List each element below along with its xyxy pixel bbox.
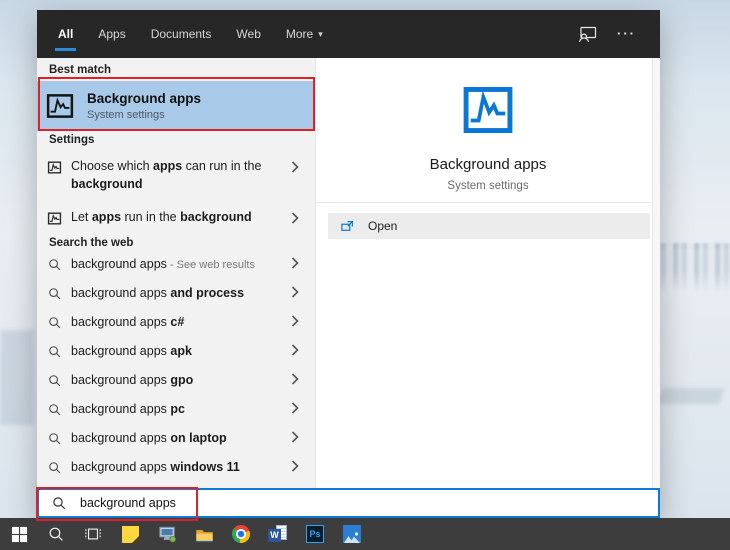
search-icon <box>46 344 63 361</box>
web-suggestion[interactable]: background apps and process <box>37 280 315 309</box>
user-account-icon[interactable] <box>578 26 597 43</box>
desktop-skyline-image <box>652 243 730 293</box>
chevron-right-icon[interactable] <box>291 343 301 361</box>
app-chart-icon <box>46 159 63 176</box>
chevron-right-icon[interactable] <box>291 285 301 303</box>
search-input[interactable] <box>78 495 658 511</box>
divider <box>316 202 653 203</box>
more-options-icon[interactable]: ··· <box>617 29 636 39</box>
result-text: background apps gpo <box>71 372 291 390</box>
web-suggestion[interactable]: background apps pc <box>37 396 315 425</box>
desktop-building-image <box>0 330 34 425</box>
preview-subtitle: System settings <box>316 180 660 192</box>
result-text: background apps apk <box>71 343 291 361</box>
open-action[interactable]: Open <box>328 213 650 239</box>
dropdown-caret-icon: ▾ <box>318 29 323 40</box>
file-explorer-icon[interactable] <box>193 523 215 545</box>
search-icon <box>46 315 63 332</box>
preview-title: Background apps <box>316 156 660 173</box>
app-chart-icon <box>46 210 63 227</box>
chevron-right-icon[interactable] <box>291 160 301 178</box>
search-icon <box>46 460 63 477</box>
tab-documents[interactable]: Documents <box>148 10 215 58</box>
result-text: Let apps run in the background <box>71 209 291 227</box>
photoshop-icon[interactable]: Ps <box>304 523 326 545</box>
start-button[interactable] <box>8 523 30 545</box>
web-suggestion[interactable]: background apps on laptop <box>37 425 315 454</box>
result-text: background apps pc <box>71 401 291 419</box>
search-icon <box>46 431 63 448</box>
web-suggestion[interactable]: background apps apk <box>37 338 315 367</box>
search-icon <box>46 286 63 303</box>
search-web-header: Search the web <box>49 237 315 251</box>
chrome-icon[interactable] <box>230 523 252 545</box>
result-text: background apps windows 11 <box>71 459 291 477</box>
tab-all[interactable]: All <box>55 10 76 58</box>
settings-result[interactable]: Let apps run in the background <box>37 204 315 234</box>
web-suggestion[interactable]: background apps c# <box>37 309 315 338</box>
tab-more[interactable]: More▾ <box>283 10 326 58</box>
background-apps-large-icon <box>460 82 516 143</box>
settings-results: Choose which apps can run in the backgro… <box>37 153 315 234</box>
chevron-right-icon[interactable] <box>291 211 301 229</box>
task-view-icon[interactable] <box>82 523 104 545</box>
open-label: Open <box>368 219 397 233</box>
chevron-right-icon[interactable] <box>291 430 301 448</box>
scrollbar[interactable] <box>652 58 660 488</box>
result-text: Choose which apps can run in the backgro… <box>71 158 291 194</box>
web-suggestion[interactable]: background apps - See web results <box>37 251 315 280</box>
search-icon <box>46 257 63 274</box>
search-flyout-window: All Apps Documents Web More▾ ··· Best match <box>37 10 660 518</box>
result-text: background apps - See web results <box>71 256 291 274</box>
chevron-right-icon[interactable] <box>291 314 301 332</box>
search-icon <box>52 496 67 511</box>
search-icon <box>46 373 63 390</box>
web-suggestions: background apps - See web results backgro… <box>37 251 315 483</box>
best-match-subtitle: System settings <box>87 109 201 121</box>
chevron-right-icon[interactable] <box>291 372 301 390</box>
open-icon <box>340 219 355 234</box>
web-suggestion[interactable]: background apps gpo <box>37 367 315 396</box>
tab-apps[interactable]: Apps <box>95 10 128 58</box>
preview-panel: Background apps System settings Open <box>315 58 660 488</box>
search-bar <box>37 488 660 518</box>
best-match-header: Best match <box>49 64 315 78</box>
result-text: background apps and process <box>71 285 291 303</box>
desktop-boat-image <box>657 388 724 404</box>
result-text: background apps on laptop <box>71 430 291 448</box>
background-apps-icon <box>45 91 75 121</box>
filter-tabs: All Apps Documents Web More▾ <box>55 10 326 58</box>
taskbar-search-icon[interactable] <box>45 523 67 545</box>
this-pc-icon[interactable] <box>156 523 178 545</box>
web-suggestion[interactable]: background apps windows 11 <box>37 454 315 483</box>
word-icon[interactable]: W <box>267 523 289 545</box>
taskbar: W Ps <box>0 518 730 550</box>
best-match-title: Background apps <box>87 91 201 106</box>
chevron-right-icon[interactable] <box>291 459 301 477</box>
chevron-right-icon[interactable] <box>291 256 301 274</box>
best-match-result[interactable]: Background apps System settings <box>37 81 315 131</box>
search-results-area: Best match Background apps System settin… <box>37 58 660 488</box>
search-filter-bar: All Apps Documents Web More▾ ··· <box>37 10 660 58</box>
photos-icon[interactable] <box>341 523 363 545</box>
results-panel: Best match Background apps System settin… <box>37 58 315 488</box>
settings-result[interactable]: Choose which apps can run in the backgro… <box>37 153 315 199</box>
result-text: background apps c# <box>71 314 291 332</box>
search-icon <box>46 402 63 419</box>
chevron-right-icon[interactable] <box>291 401 301 419</box>
settings-header: Settings <box>49 134 315 148</box>
sticky-notes-icon[interactable] <box>119 523 141 545</box>
tab-web[interactable]: Web <box>233 10 263 58</box>
